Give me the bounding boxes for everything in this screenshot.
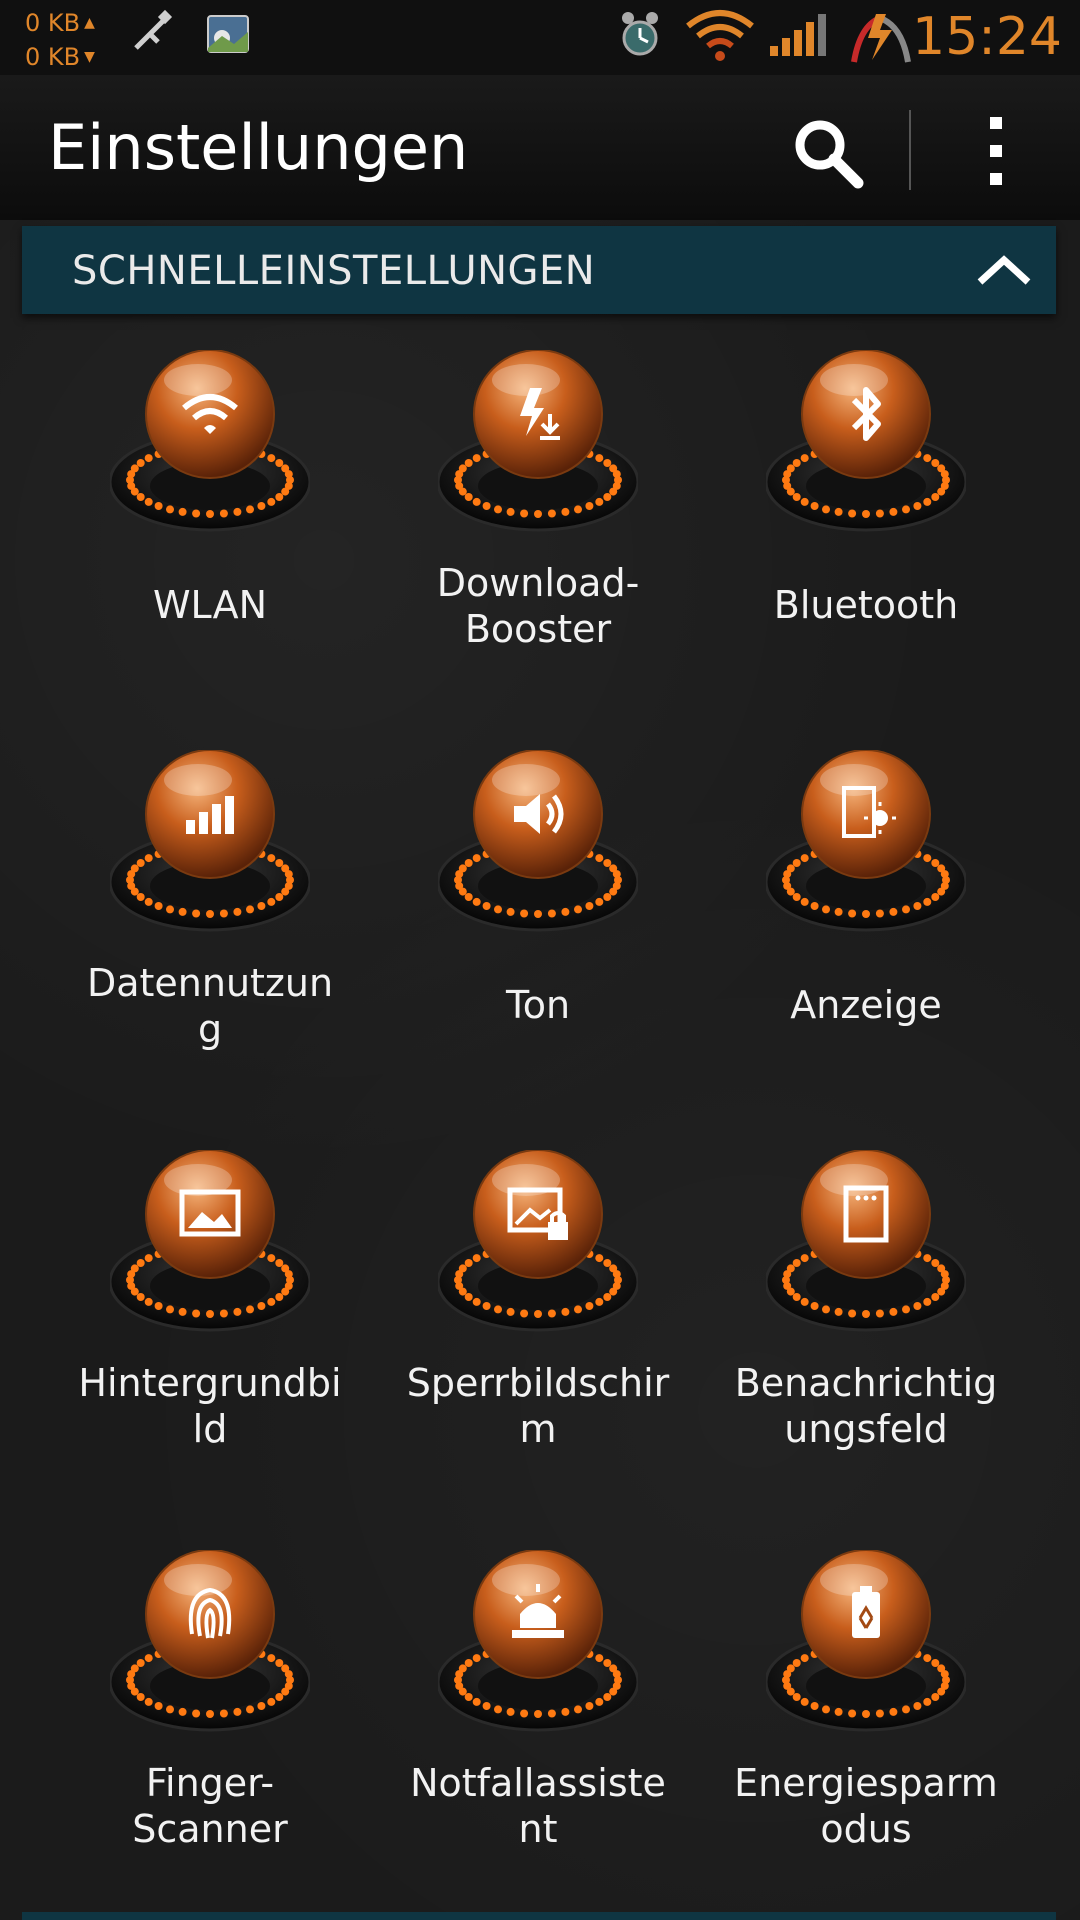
net-up-value: 0 KB (25, 9, 81, 37)
setting-badge (764, 349, 968, 550)
setting-badge (764, 749, 968, 950)
overflow-menu-icon[interactable] (976, 111, 1016, 191)
setting-badge (108, 349, 312, 550)
quick-setting-display[interactable]: Anzeige (702, 749, 1030, 1110)
setting-badge (764, 1149, 968, 1350)
setting-label-line: nt (518, 1807, 558, 1851)
setting-label-line: Anzeige (790, 983, 942, 1027)
setting-label-line: odus (820, 1807, 912, 1851)
setting-label: Hintergrundbi ld (46, 1360, 374, 1452)
alarm-icon (622, 12, 658, 56)
quick-setting-emergency[interactable]: Notfallassiste nt (374, 1549, 702, 1910)
setting-label: Energiesparm odus (702, 1760, 1030, 1852)
setting-label: Finger- Scanner (46, 1760, 374, 1852)
setting-label-line: Booster (464, 607, 612, 651)
page-title: Einstellungen (48, 111, 469, 184)
net-down-value: 0 KB (25, 43, 81, 71)
setting-label-line: Datennutzun (86, 961, 334, 1005)
network-speed: 0 KB ▲ 0 KB ▼ (25, 9, 95, 71)
next-section-edge (22, 1912, 1056, 1920)
setting-label-line: Download- (436, 561, 640, 605)
setting-label-line: Sperrbildschir (406, 1361, 670, 1405)
setting-label-line: Finger- (145, 1761, 275, 1805)
usb-icon (134, 9, 173, 50)
setting-badge (436, 1549, 640, 1750)
setting-label: Notfallassiste nt (374, 1760, 702, 1852)
app-bar: Einstellungen (0, 75, 1080, 220)
setting-label: Anzeige (702, 982, 1030, 1028)
wifi-status-icon (686, 10, 754, 61)
setting-label: WLAN (46, 582, 374, 628)
setting-label: Sperrbildschir m (374, 1360, 702, 1452)
quick-setting-wifi[interactable]: WLAN (46, 349, 374, 710)
setting-badge (436, 749, 640, 950)
setting-badge (108, 1549, 312, 1750)
setting-label-line: Scanner (132, 1807, 288, 1851)
setting-label-line: g (197, 1007, 223, 1051)
setting-label-line: Notfallassiste (410, 1761, 666, 1805)
setting-label: Benachrichtig ungsfeld (702, 1360, 1030, 1452)
quick-setting-lock-screen[interactable]: Sperrbildschir m (374, 1149, 702, 1510)
setting-label-line: ld (192, 1407, 228, 1451)
setting-label: Bluetooth (702, 582, 1030, 628)
setting-label-line: Hintergrundbi (78, 1361, 342, 1405)
quick-setting-data-usage[interactable]: Datennutzun g (46, 749, 374, 1110)
appbar-divider (909, 110, 911, 190)
quick-setting-wallpaper[interactable]: Hintergrundbi ld (46, 1149, 374, 1510)
setting-label-line: Bluetooth (773, 583, 959, 627)
search-icon[interactable] (788, 113, 868, 193)
chevron-up-icon[interactable] (974, 250, 1034, 290)
setting-label-line: m (519, 1407, 557, 1451)
setting-badge (436, 349, 640, 550)
battery-icon (851, 14, 911, 63)
quick-setting-bluetooth[interactable]: Bluetooth (702, 349, 1030, 710)
power-saving-icon (852, 1586, 880, 1638)
setting-badge (108, 749, 312, 950)
setting-badge (436, 1149, 640, 1350)
status-bar: 0 KB ▲ 0 KB ▼ 15:24 (0, 0, 1080, 75)
status-clock: 15:24 (912, 7, 1062, 67)
quick-setting-fingerprint[interactable]: Finger- Scanner (46, 1549, 374, 1910)
signal-icon (770, 14, 826, 56)
quick-setting-download-booster[interactable]: Download- Booster (374, 349, 702, 710)
gallery-icon (207, 15, 249, 53)
setting-label-line: WLAN (152, 583, 268, 627)
setting-label-line: ungsfeld (784, 1407, 948, 1451)
setting-label: Datennutzun g (46, 960, 374, 1052)
settings-content: SCHNELLEINSTELLUNGEN WLAN Download- Booste… (0, 220, 1080, 1920)
setting-badge (764, 1549, 968, 1750)
quick-setting-sound[interactable]: Ton (374, 749, 702, 1110)
setting-label-line: Benachrichtig (734, 1361, 998, 1405)
setting-label-line: Energiesparm (734, 1761, 998, 1805)
quick-setting-power-saving[interactable]: Energiesparm odus (702, 1549, 1030, 1910)
setting-label-line: Ton (505, 983, 571, 1027)
section-title: SCHNELLEINSTELLUNGEN (72, 248, 596, 294)
quick-setting-notification-panel[interactable]: Benachrichtig ungsfeld (702, 1149, 1030, 1510)
setting-label: Ton (374, 982, 702, 1028)
quick-settings-header[interactable]: SCHNELLEINSTELLUNGEN (22, 226, 1056, 314)
setting-badge (108, 1149, 312, 1350)
setting-label: Download- Booster (374, 560, 702, 652)
